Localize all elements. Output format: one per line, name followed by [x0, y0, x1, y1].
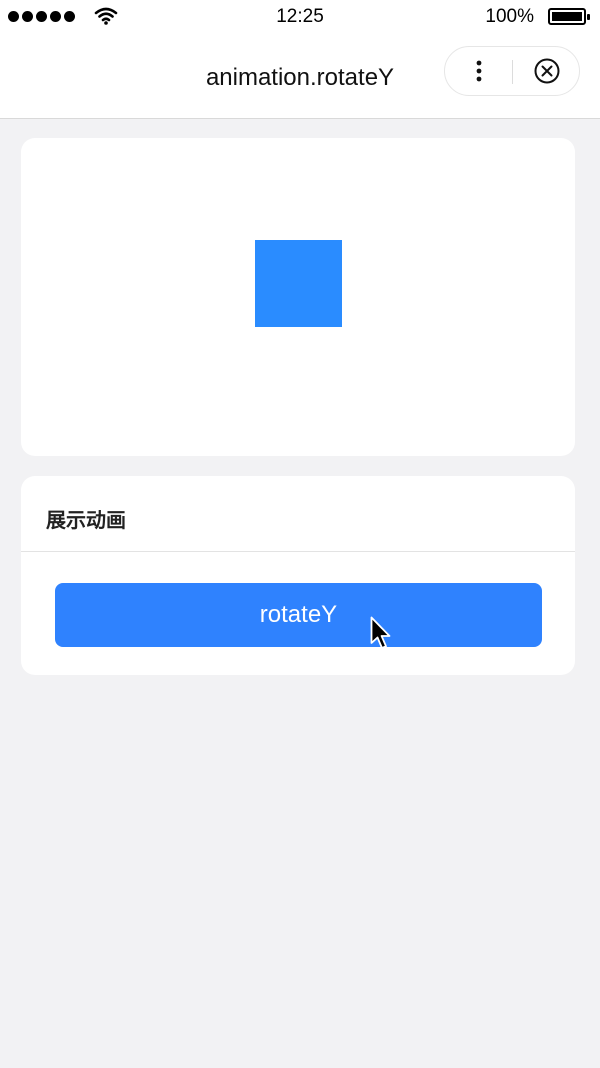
mini-program-capsule — [444, 46, 580, 96]
more-options-button[interactable] — [445, 47, 512, 95]
battery-percentage: 100% — [485, 6, 534, 27]
status-bar: 12:25 100% — [0, 0, 600, 34]
navigation-bar: animation.rotateY — [0, 34, 600, 119]
section-divider — [21, 551, 575, 552]
rotatey-button[interactable]: rotateY — [55, 583, 542, 647]
close-icon — [534, 58, 559, 84]
animation-controls-card: 展示动画 rotateY — [21, 476, 575, 675]
battery-icon — [548, 8, 590, 25]
mouse-cursor-icon — [370, 616, 391, 649]
page-title: animation.rotateY — [205, 64, 395, 91]
section-title: 展示动画 — [46, 510, 126, 532]
animated-square — [255, 240, 342, 327]
close-button[interactable] — [513, 47, 580, 95]
more-dots-icon — [476, 60, 481, 82]
animation-demo-card — [21, 138, 575, 456]
